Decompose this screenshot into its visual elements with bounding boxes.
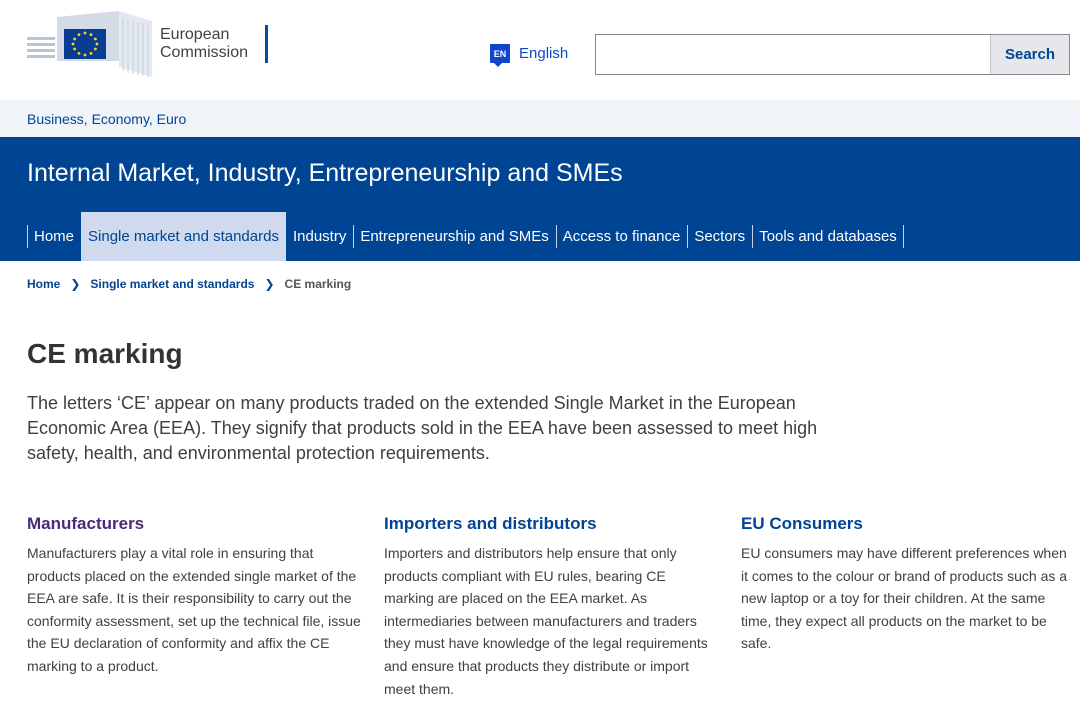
logo-divider bbox=[265, 25, 268, 63]
card-text-importers: Importers and distributors help ensure t… bbox=[384, 545, 708, 697]
language-selector[interactable]: EN English bbox=[490, 44, 569, 67]
chevron-right-icon: ❯ bbox=[264, 277, 275, 291]
card-heading-importers[interactable]: Importers and distributors bbox=[384, 514, 719, 534]
chevron-right-icon: ❯ bbox=[70, 277, 81, 291]
card-manufacturers: Manufacturers Manufacturers play a vital… bbox=[27, 514, 362, 678]
card-consumers: EU Consumers EU consumers may have diffe… bbox=[741, 514, 1076, 655]
eu-flag-logo-icon bbox=[27, 11, 152, 77]
page-title: CE marking bbox=[27, 338, 183, 369]
language-label: English bbox=[519, 45, 569, 62]
european-commission-logo[interactable]: European Commission bbox=[27, 11, 272, 77]
nav-item-tools-and-databases[interactable]: Tools and databases bbox=[752, 212, 904, 261]
language-speech-icon: EN bbox=[490, 44, 510, 67]
nav-item-access-to-finance[interactable]: Access to finance bbox=[555, 212, 688, 261]
logo-line-1: European bbox=[160, 26, 230, 43]
page-intro: The letters ‘CE’ appear on many products… bbox=[27, 393, 818, 463]
card-text-manufacturers: Manufacturers play a vital role in ensur… bbox=[27, 545, 361, 674]
breadcrumb-home[interactable]: Home bbox=[27, 277, 60, 291]
card-heading-consumers[interactable]: EU Consumers bbox=[741, 514, 1076, 534]
main-navigation: Home Single market and standards Industr… bbox=[27, 212, 904, 261]
site-title: Internal Market, Industry, Entrepreneurs… bbox=[27, 159, 623, 187]
nav-item-single-market[interactable]: Single market and standards bbox=[81, 212, 286, 261]
search-input[interactable] bbox=[596, 35, 990, 74]
breadcrumb-section[interactable]: Single market and standards bbox=[90, 277, 254, 291]
site-context-bar: Business, Economy, Euro bbox=[0, 100, 1080, 137]
site-header: European Commission EN English Search bbox=[0, 0, 1080, 100]
logo-line-2: Commission bbox=[160, 44, 249, 61]
card-text-consumers: EU consumers may have different preferen… bbox=[741, 545, 1068, 652]
card-importers: Importers and distributors Importers and… bbox=[384, 514, 719, 700]
search-button[interactable]: Search bbox=[990, 35, 1069, 74]
logo-text: European Commission bbox=[160, 26, 248, 62]
nav-item-home[interactable]: Home bbox=[27, 212, 81, 261]
card-heading-manufacturers[interactable]: Manufacturers bbox=[27, 514, 362, 534]
site-banner: Internal Market, Industry, Entrepreneurs… bbox=[0, 137, 1080, 261]
nav-item-industry[interactable]: Industry bbox=[286, 212, 353, 261]
breadcrumb: Home ❯ Single market and standards ❯ CE … bbox=[0, 261, 1080, 307]
nav-item-sectors[interactable]: Sectors bbox=[687, 212, 752, 261]
nav-item-entrepreneurship[interactable]: Entrepreneurship and SMEs bbox=[353, 212, 555, 261]
search-form: Search bbox=[595, 34, 1070, 75]
breadcrumb-current: CE marking bbox=[284, 277, 352, 291]
site-context-link[interactable]: Business, Economy, Euro bbox=[27, 111, 186, 127]
